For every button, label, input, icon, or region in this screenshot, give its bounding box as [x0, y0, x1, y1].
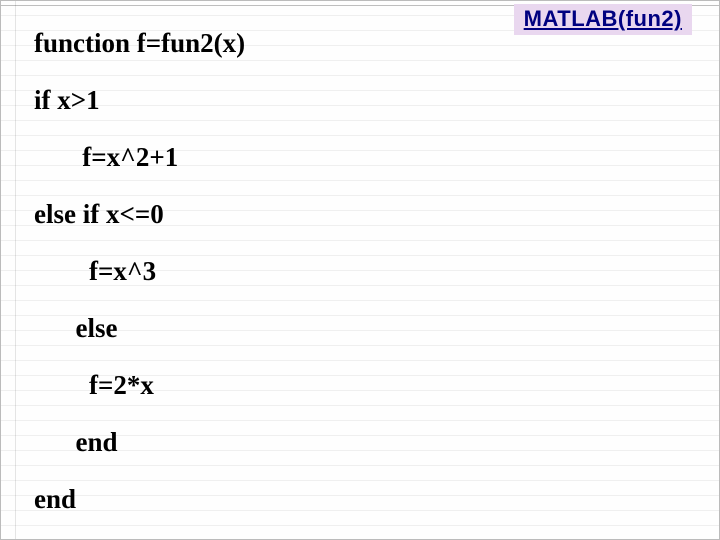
code-line: f=x^3: [34, 258, 700, 285]
code-line: else if x<=0: [34, 201, 700, 228]
code-block: function f=fun2(x) if x>1 f=x^2+1 else i…: [34, 30, 700, 530]
code-line: function f=fun2(x): [34, 30, 700, 57]
code-line: end: [34, 486, 700, 513]
code-line: end: [34, 429, 700, 456]
code-line: f=x^2+1: [34, 144, 700, 171]
code-line: if x>1: [34, 87, 700, 114]
matlab-badge-label: MATLAB(fun2): [524, 6, 682, 31]
code-line: f=2*x: [34, 372, 700, 399]
code-line: else: [34, 315, 700, 342]
